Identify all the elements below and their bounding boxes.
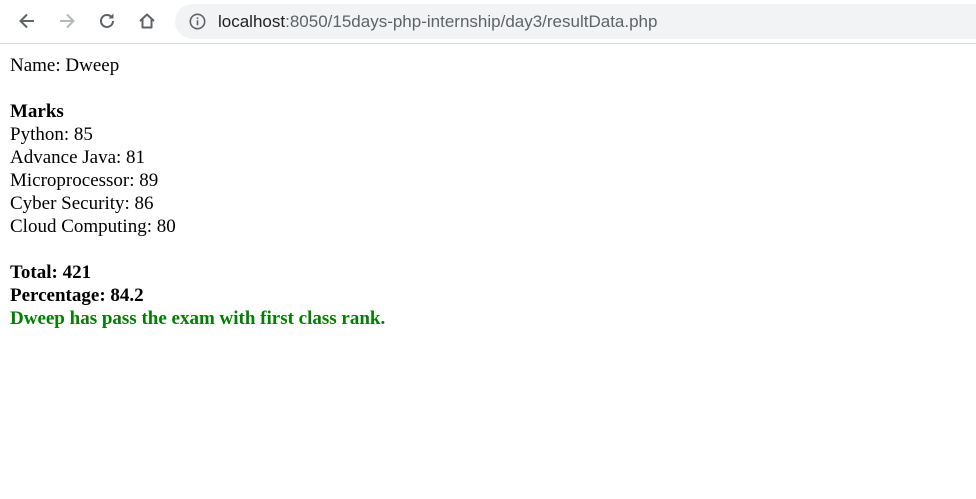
mark-advance-java: Advance Java: 81: [10, 147, 146, 168]
mark-cloud-computing: Cloud Computing: 80: [10, 216, 176, 237]
reload-icon: [100, 13, 114, 28]
page-content: Name: Dweep Marks Python: 85 Advance Jav…: [10, 54, 385, 330]
arrow-left-icon: [19, 13, 34, 29]
url-host: localhost: [218, 12, 286, 31]
mark-microprocessor: Microprocessor: 89: [10, 170, 159, 191]
browser-toolbar: localhost:8050/15days-php-internship/day…: [0, 0, 976, 44]
mark-python: Python: 85: [10, 124, 93, 145]
marks-heading: Marks: [10, 101, 64, 122]
back-button[interactable]: [12, 6, 42, 36]
arrow-right-icon: [60, 13, 75, 29]
url-text[interactable]: localhost:8050/15days-php-internship/day…: [218, 12, 657, 32]
info-icon[interactable]: [189, 13, 206, 30]
percentage: Percentage: 84.2: [10, 285, 144, 306]
result-message: Dweep has pass the exam with first class…: [10, 308, 386, 329]
student-name: Name: Dweep: [10, 55, 120, 76]
home-icon: [139, 13, 155, 29]
total-marks: Total: 421: [10, 262, 92, 283]
forward-button[interactable]: [52, 6, 82, 36]
address-bar[interactable]: localhost:8050/15days-php-internship/day…: [175, 4, 976, 39]
mark-cyber-security: Cyber Security: 86: [10, 193, 154, 214]
url-path: :8050/15days-php-internship/day3/resultD…: [285, 12, 658, 31]
home-button[interactable]: [132, 6, 162, 36]
reload-button[interactable]: [92, 6, 122, 36]
